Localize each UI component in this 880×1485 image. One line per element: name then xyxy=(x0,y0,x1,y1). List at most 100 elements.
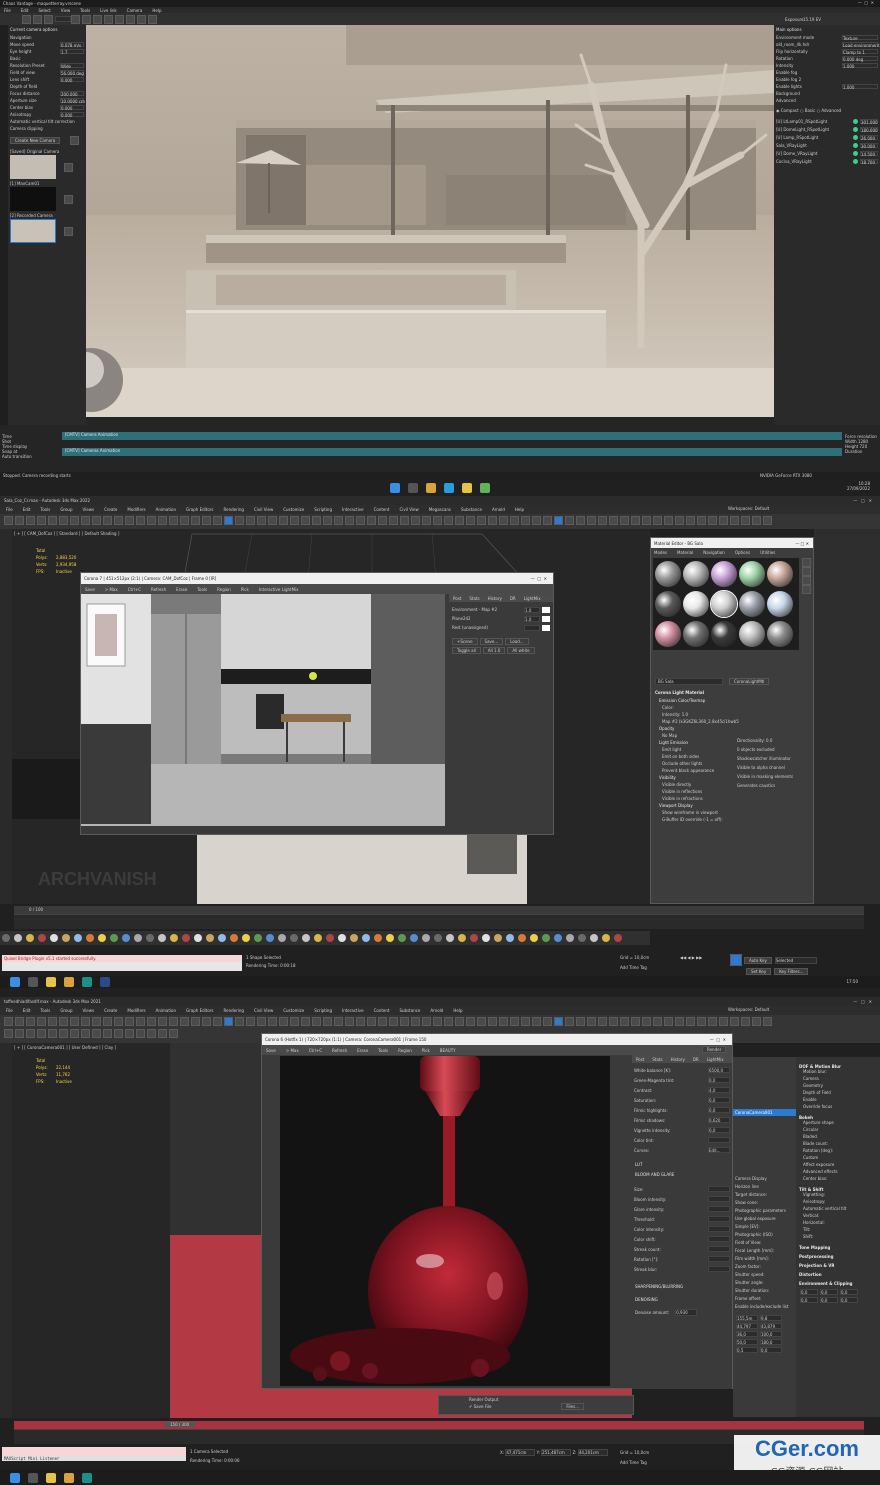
option-value-field[interactable]: 1.7 xyxy=(60,49,84,55)
shelf-tool-icon[interactable] xyxy=(446,934,454,942)
vfb-erase-button[interactable]: Erase xyxy=(357,1048,368,1053)
shelf-tool-icon[interactable] xyxy=(230,934,238,942)
material-slot-sphere[interactable] xyxy=(683,591,709,617)
dof-value[interactable]: 0,0 xyxy=(800,1297,818,1303)
select-icon[interactable] xyxy=(719,516,728,525)
vfb-tab-history[interactable]: History xyxy=(488,596,502,601)
lightmix-value[interactable]: 1.0 xyxy=(524,606,540,613)
window-controls[interactable]: — □ ✕ xyxy=(858,0,874,5)
duration-field[interactable]: Duration xyxy=(845,449,880,454)
layer-icon[interactable] xyxy=(169,1029,178,1038)
mat-param-show-wireframe-in-viewport[interactable]: Show wireframe in viewport xyxy=(659,810,739,817)
camera-param-target-distance[interactable]: Target distance: xyxy=(735,1192,796,1200)
schematic-icon[interactable] xyxy=(521,516,530,525)
create-camera-button[interactable]: Create New Camera xyxy=(10,137,61,144)
render-setup-icon[interactable] xyxy=(213,1017,222,1026)
schematic-icon[interactable] xyxy=(191,516,200,525)
lightmix-row[interactable]: Plane242 1.0 xyxy=(452,614,550,623)
background-icon[interactable] xyxy=(802,576,811,585)
denoise-amount-field[interactable]: 0,930 xyxy=(675,1309,698,1316)
bloom-value-field[interactable] xyxy=(708,1246,730,1252)
corona-icon[interactable] xyxy=(246,516,255,525)
shelf-tool-icon[interactable] xyxy=(530,934,538,942)
light-toggle-icon[interactable] xyxy=(853,142,858,148)
bind-icon[interactable] xyxy=(378,1017,387,1026)
lightmix-color-swatch[interactable] xyxy=(542,615,550,622)
menu-megascans[interactable]: Megascans xyxy=(429,507,451,512)
shelf-tool-icon[interactable] xyxy=(434,934,442,942)
lightmix-toggle-button[interactable]: Toggle all xyxy=(452,647,481,654)
mat-menu-options[interactable]: Options xyxy=(735,550,750,555)
render-icon[interactable] xyxy=(224,516,233,525)
section-tone-mapping[interactable]: Tone Mapping xyxy=(799,1245,877,1250)
viewport-label[interactable]: [ + ] [ CAM_DofCoz ] [ Standard ] [ Defa… xyxy=(14,531,119,536)
vfb-interactive-lightmix-button[interactable]: Interactive LightMix xyxy=(259,587,299,592)
redo-icon[interactable] xyxy=(345,516,354,525)
shelf-tool-icon[interactable] xyxy=(98,934,106,942)
video-check-icon[interactable] xyxy=(802,585,811,594)
redo-icon[interactable] xyxy=(345,1017,354,1026)
bind-icon[interactable] xyxy=(48,516,57,525)
menu-content[interactable]: Content xyxy=(374,1008,390,1013)
arnold-icon[interactable] xyxy=(268,1017,277,1026)
menu-tools[interactable]: Tools xyxy=(40,507,50,512)
explorer-icon[interactable] xyxy=(46,1472,56,1483)
menu-substance[interactable]: Substance xyxy=(461,507,482,512)
camera-param-use-global-exposure[interactable]: Use global exposure xyxy=(735,1216,796,1224)
select-region-icon[interactable] xyxy=(70,1029,79,1038)
param-custom[interactable]: Custom xyxy=(799,1155,877,1162)
backlight-icon[interactable] xyxy=(802,567,811,576)
edge-icon[interactable] xyxy=(444,482,454,493)
workspace-dropdown[interactable]: Workspaces: Default xyxy=(728,1007,769,1012)
vfb-tab-post[interactable]: Post xyxy=(636,1057,644,1062)
sample-type-icon[interactable] xyxy=(802,558,811,567)
camera-param-film-width-mm[interactable]: Film width [mm]: xyxy=(735,1256,796,1264)
vfb-tab-dr[interactable]: DR xyxy=(693,1057,699,1062)
shelf-tool-icon[interactable] xyxy=(242,934,250,942)
percent-snap-icon[interactable] xyxy=(466,1017,475,1026)
save-file-checkbox[interactable]: ✔ Save File xyxy=(469,1404,491,1409)
undo-icon[interactable] xyxy=(664,1017,673,1026)
mat-param-visible-in-reflections[interactable]: Visible in reflections xyxy=(659,789,739,796)
param-tilt[interactable]: Tilt: xyxy=(799,1227,877,1234)
key-icon[interactable] xyxy=(730,954,742,966)
camera-param-field-of-view[interactable]: Field of View: xyxy=(735,1240,796,1248)
settings-icon[interactable] xyxy=(148,14,157,24)
bloom-value-field[interactable] xyxy=(708,1236,730,1242)
viewport-label[interactable]: [ + ] [ CoronaCamera001 ] [ User Defined… xyxy=(14,1045,116,1050)
param-geometry[interactable]: Geometry xyxy=(799,1083,877,1090)
schematic-icon[interactable] xyxy=(521,1017,530,1026)
shelf-tool-icon[interactable] xyxy=(50,934,58,942)
select-region-icon[interactable] xyxy=(70,516,79,525)
select-region-icon[interactable] xyxy=(730,1017,739,1026)
snap-icon[interactable] xyxy=(114,516,123,525)
denoise-section[interactable]: DENOISING xyxy=(635,1297,729,1302)
radio-basic[interactable]: ○ Basic xyxy=(800,108,815,113)
env-value-field[interactable]: 1.000 xyxy=(842,63,878,69)
lightmix-row[interactable]: Environment - Map #2 1.0 xyxy=(452,605,550,614)
helper-icon[interactable] xyxy=(642,516,651,525)
arnold-icon[interactable] xyxy=(598,516,607,525)
bloom-value-field[interactable] xyxy=(708,1206,730,1212)
max-icon[interactable] xyxy=(82,977,92,987)
rotate-icon[interactable] xyxy=(92,1017,101,1026)
light-toggle-icon[interactable] xyxy=(853,118,858,124)
bloom-value-field[interactable] xyxy=(708,1226,730,1232)
param-horizontal[interactable]: Horizontal: xyxy=(799,1220,877,1227)
teapot-icon[interactable] xyxy=(279,516,288,525)
menu-animation[interactable]: Animation xyxy=(156,1008,176,1013)
section-environment-clipping[interactable]: Environment & Clipping xyxy=(799,1281,877,1286)
camera-param-value[interactable]: 100,0 xyxy=(760,1331,782,1337)
shelf-tool-icon[interactable] xyxy=(302,934,310,942)
search-icon[interactable] xyxy=(28,1472,38,1483)
shelf-tool-icon[interactable] xyxy=(14,934,22,942)
track-bar[interactable] xyxy=(14,914,864,929)
mat-param-visible-directly[interactable]: Visible directly xyxy=(659,782,739,789)
material-slot-sphere[interactable] xyxy=(739,591,765,617)
pin-icon[interactable] xyxy=(115,14,124,24)
percent-snap-icon[interactable] xyxy=(136,516,145,525)
select-region-icon[interactable] xyxy=(400,516,409,525)
mat-menu-navigation[interactable]: Navigation xyxy=(703,550,725,555)
scale-icon[interactable] xyxy=(433,516,442,525)
scale-icon[interactable] xyxy=(103,516,112,525)
